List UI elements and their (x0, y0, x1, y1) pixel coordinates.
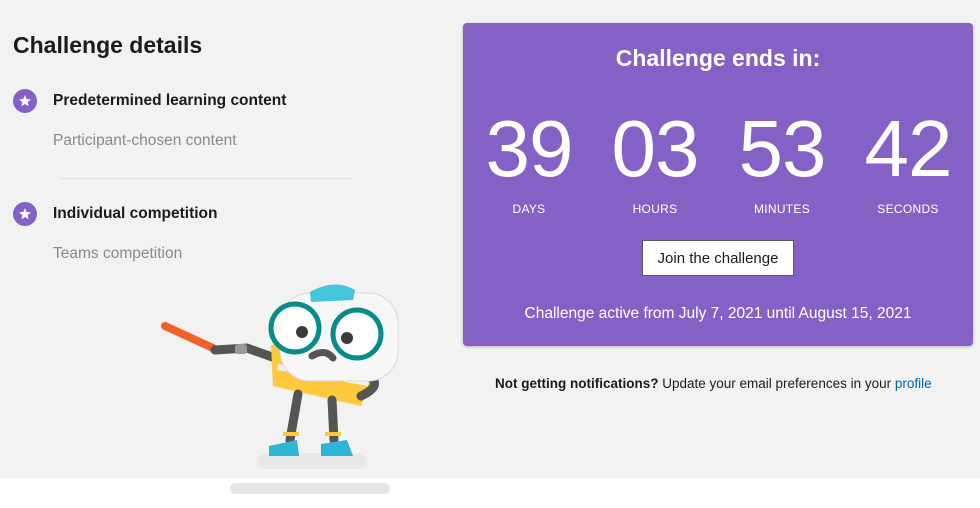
star-icon (13, 89, 37, 113)
minutes-value: 53 (738, 104, 827, 193)
notification-message: Not getting notifications? Update your e… (495, 376, 932, 391)
countdown-title: Challenge ends in: (615, 45, 821, 71)
days-label: DAYS (512, 202, 546, 216)
hours-value: 03 (611, 104, 700, 193)
seconds-value: 42 (864, 104, 953, 193)
star-icon (13, 202, 37, 226)
days-value: 39 (485, 104, 574, 193)
divider (60, 178, 352, 179)
mascot-illustration (161, 284, 399, 494)
option-alternative-label: Participant-chosen content (53, 132, 237, 149)
option-alternative-label: Teams competition (53, 245, 183, 262)
challenge-details-title: Challenge details (13, 32, 203, 58)
hours-label: HOURS (632, 202, 678, 216)
notification-text: Update your email preferences in your (658, 376, 895, 391)
days-counter: 39 DAYS (474, 104, 584, 217)
profile-link[interactable]: profile (895, 376, 932, 391)
option-selected-label: Individual competition (53, 205, 218, 222)
notification-bold-text: Not getting notifications? (495, 376, 659, 391)
seconds-counter: 42 SECONDS (853, 104, 963, 217)
countdown-card: Challenge ends in: 39 DAYS 03 HOURS 53 M… (463, 23, 973, 346)
hours-counter: 03 HOURS (600, 104, 710, 217)
join-challenge-button[interactable]: Join the challenge (642, 240, 794, 276)
minutes-label: MINUTES (753, 202, 811, 216)
option-selected-label: Predetermined learning content (53, 92, 287, 109)
option-learning-content: Predetermined learning content (13, 89, 286, 113)
challenge-active-dates: Challenge active from July 7, 2021 until… (524, 305, 912, 322)
seconds-label: SECONDS (877, 202, 939, 216)
option-competition-type: Individual competition (13, 202, 217, 226)
minutes-counter: 53 MINUTES (727, 104, 837, 217)
